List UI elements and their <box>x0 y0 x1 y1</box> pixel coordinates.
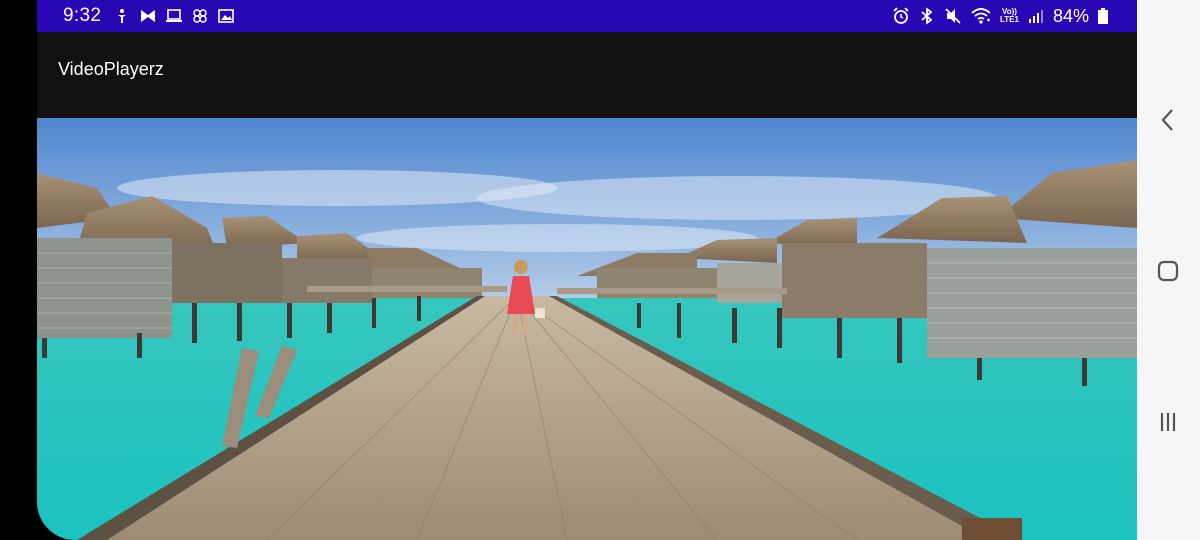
navigation-bar <box>1137 0 1200 540</box>
home-icon <box>1157 260 1179 282</box>
back-icon <box>1161 109 1173 131</box>
app-title: VideoPlayerz <box>58 59 164 79</box>
status-time: 9:32 <box>63 5 102 26</box>
mute-icon <box>944 7 962 25</box>
battery-percent: 84% <box>1052 5 1089 26</box>
bluetooth-icon <box>918 7 936 25</box>
back-button[interactable] <box>1151 103 1185 137</box>
status-right: Vo)) LTE1 84% <box>892 0 1109 32</box>
laptop-icon <box>165 7 183 25</box>
left-bezel <box>0 0 37 540</box>
wifi-icon <box>970 7 992 25</box>
alarm-icon <box>892 7 910 25</box>
app-bar: VideoPlayerz <box>37 32 1137 118</box>
accessibility-icon <box>113 7 131 25</box>
recents-icon <box>1160 413 1176 431</box>
image-icon <box>217 7 235 25</box>
cloud <box>357 224 757 252</box>
video-player[interactable] <box>37 118 1137 540</box>
video-frame <box>37 118 1137 540</box>
pinwheel-icon <box>191 7 209 25</box>
signal-icon <box>1027 7 1045 25</box>
network-label: LTE1 <box>1000 15 1019 24</box>
status-left: 9:32 <box>63 0 235 32</box>
screen: 9:32 Vo)) LTE1 84% VideoPlayerz <box>37 0 1137 540</box>
bowtie-icon <box>139 7 157 25</box>
dock-post <box>962 518 1022 540</box>
lte-indicator: Vo)) LTE1 <box>1000 8 1019 24</box>
recents-button[interactable] <box>1151 405 1185 439</box>
home-button[interactable] <box>1151 254 1185 288</box>
status-bar: 9:32 Vo)) LTE1 84% <box>37 0 1137 32</box>
battery-icon <box>1097 7 1109 25</box>
